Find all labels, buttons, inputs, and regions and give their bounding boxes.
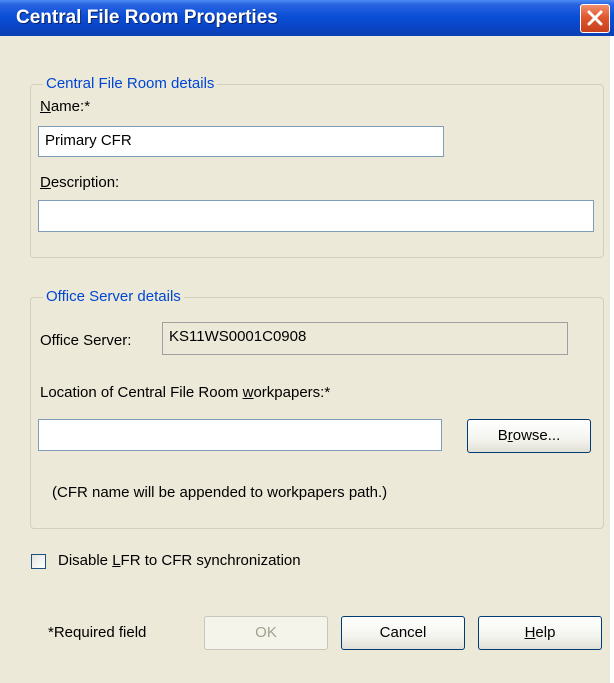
cfr-details-legend: Central File Room details: [43, 75, 218, 92]
office-server-legend: Office Server details: [43, 288, 184, 305]
required-field-note: *Required field: [48, 624, 147, 641]
window-title: Central File Room Properties: [16, 7, 278, 28]
office-server-field: KS11WS0001C0908: [162, 322, 568, 355]
workpapers-location-field[interactable]: [38, 419, 442, 451]
description-label: Description:: [40, 174, 120, 191]
cancel-button[interactable]: Cancel: [341, 616, 465, 650]
browse-button[interactable]: Browse...: [467, 419, 591, 453]
help-button[interactable]: Help: [478, 616, 602, 650]
close-icon: [587, 10, 603, 26]
description-field[interactable]: [38, 200, 594, 232]
workpapers-path-note: (CFR name will be appended to workpapers…: [52, 484, 388, 501]
location-label: Location of Central File Room workpapers…: [40, 384, 331, 401]
disable-sync-label[interactable]: Disable LFR to CFR synchronization: [58, 552, 301, 569]
name-field-value: Primary CFR: [45, 132, 132, 149]
ok-button[interactable]: OK: [204, 616, 328, 650]
office-server-value: KS11WS0001C0908: [169, 328, 307, 345]
disable-sync-checkbox[interactable]: [31, 554, 46, 569]
close-button[interactable]: [580, 4, 610, 33]
office-server-label: Office Server:: [40, 332, 132, 349]
name-label: Name:*: [40, 98, 91, 115]
properties-dialog: Central File Room Properties Central Fil…: [0, 0, 614, 683]
name-field[interactable]: Primary CFR: [38, 126, 444, 157]
window-edge: [610, 36, 614, 683]
title-bar[interactable]: Central File Room Properties: [0, 0, 614, 36]
